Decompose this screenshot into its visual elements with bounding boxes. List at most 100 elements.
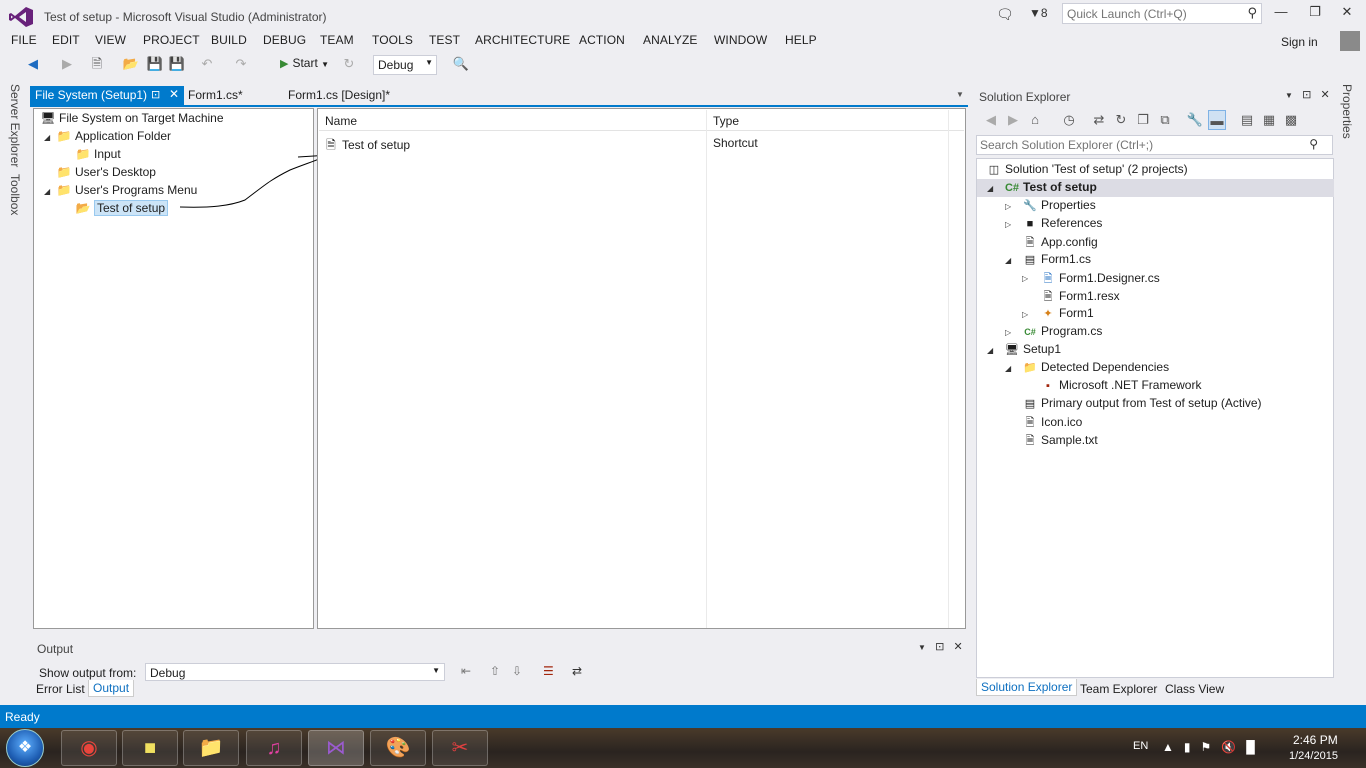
feedback-filter-icon[interactable]: ▼8 (1029, 6, 1048, 20)
expand-arrow-icon[interactable]: ◢ (1005, 364, 1011, 373)
media-app-icon[interactable]: ♫ (246, 730, 302, 766)
tree-item-solution[interactable]: ◫ Solution 'Test of setup' (2 projects) (986, 162, 1188, 180)
refresh-icon[interactable]: ↻ (340, 54, 358, 74)
pin-icon[interactable]: ⊡ (935, 641, 944, 653)
clock-time[interactable]: 2:46 PM (1293, 733, 1338, 747)
expand-arrow-icon[interactable]: ◢ (44, 187, 50, 196)
minimize-button[interactable]: — (1267, 4, 1295, 24)
menu-team[interactable]: TEAM (320, 33, 354, 47)
snipping-tool-icon[interactable]: ✂ (432, 730, 488, 766)
tree-item-dotnet-framework[interactable]: ▪ Microsoft .NET Framework (1040, 378, 1201, 396)
collapsed-arrow-icon[interactable]: ▷ (1005, 220, 1011, 229)
view-code-icon[interactable]: ▩ (1282, 110, 1300, 130)
close-icon[interactable]: ✕ (953, 641, 962, 653)
quick-launch[interactable]: ⚲ (1062, 3, 1262, 24)
maximize-button[interactable]: ❐ (1301, 4, 1329, 24)
column-header-name[interactable]: Name (325, 114, 357, 128)
tree-item-form1-class[interactable]: ✦ Form1 (1040, 306, 1093, 324)
expand-arrow-icon[interactable]: ◢ (987, 346, 993, 355)
menu-project[interactable]: PROJECT (143, 33, 200, 47)
back-icon[interactable]: ◀ (24, 54, 42, 74)
clock-date[interactable]: 1/24/2015 (1289, 750, 1338, 762)
expand-arrow-icon[interactable]: ◢ (987, 184, 993, 193)
pending-changes-icon[interactable]: ◷ (1060, 110, 1078, 130)
tree-desktop-folder[interactable]: 📁 User's Desktop (56, 165, 156, 181)
tree-input-folder[interactable]: 📁 Input (75, 147, 121, 163)
menu-help[interactable]: HELP (785, 33, 817, 47)
sticky-notes-icon[interactable]: ■ (122, 730, 178, 766)
solution-configuration-select[interactable]: Debug ▼ (373, 55, 437, 75)
output-source-select[interactable]: Debug ▼ (145, 663, 445, 681)
tree-root[interactable]: 🖥 File System on Target Machine (40, 111, 223, 127)
view-designer-icon[interactable]: ▤ (1238, 110, 1256, 130)
tree-item-app-config[interactable]: 🗎 App.config (1022, 234, 1098, 252)
sign-in-link[interactable]: Sign in (1281, 35, 1318, 49)
tab-form1-cs[interactable]: Form1.cs* (188, 88, 243, 102)
tree-item-form1-designer[interactable]: 🗎 Form1.Designer.cs (1040, 270, 1160, 288)
save-icon[interactable]: 💾 (146, 54, 164, 74)
tab-error-list[interactable]: Error List (36, 682, 85, 696)
close-icon[interactable]: ✕ (1320, 89, 1329, 101)
start-button[interactable]: ❖ (6, 729, 44, 767)
undo-icon[interactable]: ↶ (198, 54, 216, 74)
tab-form1-design[interactable]: Form1.cs [Design]* (288, 88, 390, 102)
menu-build[interactable]: BUILD (211, 33, 247, 47)
next-message-icon[interactable]: ⇩ (512, 664, 522, 678)
network-signal-icon[interactable]: █ (1246, 740, 1255, 754)
refresh-icon[interactable]: ↻ (1112, 110, 1130, 130)
properties-tab[interactable]: Properties (1340, 84, 1354, 139)
open-file-icon[interactable]: 📂 (122, 54, 140, 74)
menu-analyze[interactable]: ANALYZE (643, 33, 698, 47)
paint-icon[interactable]: 🎨 (370, 730, 426, 766)
solution-search-input[interactable] (977, 136, 1297, 154)
tree-app-folder[interactable]: 📁 Application Folder (56, 129, 172, 145)
volume-muted-icon[interactable]: 🔇 (1221, 740, 1236, 754)
tree-item-references[interactable]: ■ References (1022, 216, 1103, 234)
notifications-icon[interactable]: 🗨 (996, 6, 1014, 23)
tab-overflow-chevron-icon[interactable]: ▼ (956, 90, 964, 99)
tree-item-program-cs[interactable]: C# Program.cs (1022, 324, 1102, 342)
solution-explorer-search[interactable]: ⚲ (976, 135, 1333, 155)
menu-edit[interactable]: EDIT (52, 33, 80, 47)
start-button[interactable]: ▶ Start ▼ (280, 56, 329, 70)
menu-file[interactable]: FILE (11, 33, 37, 47)
collapse-all-icon[interactable]: ❐ (1134, 110, 1152, 130)
expand-arrow-icon[interactable]: ◢ (44, 133, 50, 142)
tree-item-form1-resx[interactable]: 🗎 Form1.resx (1040, 288, 1120, 306)
tree-item-sample-txt[interactable]: 🗎 Sample.txt (1022, 432, 1098, 450)
find-message-icon[interactable]: ⇤ (461, 664, 471, 678)
tree-item-detected-dependencies[interactable]: 📁 Detected Dependencies (1022, 360, 1169, 378)
show-hidden-icons-icon[interactable]: ▲ (1162, 740, 1174, 754)
tree-item-properties[interactable]: 🔧 Properties (1022, 198, 1096, 216)
expand-arrow-icon[interactable]: ◢ (1005, 256, 1011, 265)
collapsed-arrow-icon[interactable]: ▷ (1005, 202, 1011, 211)
pin-icon[interactable]: ⊡ (1302, 89, 1311, 101)
file-explorer-icon[interactable]: 📁 (183, 730, 239, 766)
tab-solution-explorer[interactable]: Solution Explorer (976, 679, 1078, 696)
sync-icon[interactable]: ⇄ (1090, 110, 1108, 130)
redo-icon[interactable]: ↷ (232, 54, 250, 74)
tab-team-explorer[interactable]: Team Explorer (1080, 682, 1157, 696)
new-project-icon[interactable]: 🗎 (88, 54, 106, 74)
close-icon[interactable]: ✕ (169, 87, 179, 101)
menu-test[interactable]: TEST (429, 33, 460, 47)
menu-architecture[interactable]: ARCHITECTURE (475, 33, 570, 47)
tree-item-form1-cs[interactable]: ▤ Form1.cs (1022, 252, 1091, 270)
forward-icon[interactable]: ▶ (1004, 110, 1022, 130)
tab-file-system[interactable]: File System (Setup1) ⊡ ✕ (30, 86, 184, 106)
avatar[interactable] (1340, 31, 1360, 51)
menu-tools[interactable]: TOOLS (372, 33, 413, 47)
pin-icon[interactable]: ⊡ (151, 88, 160, 101)
server-explorer-tab[interactable]: Server Explorer (8, 84, 22, 167)
clear-all-icon[interactable]: ☰ (543, 664, 554, 678)
word-wrap-icon[interactable]: ⇄ (572, 664, 582, 678)
chevron-down-icon[interactable]: ▼ (918, 643, 926, 652)
close-window-button[interactable]: ✕ (1333, 4, 1361, 24)
action-center-flag-icon[interactable]: ⚑ (1201, 740, 1212, 754)
quick-launch-input[interactable] (1063, 4, 1233, 23)
tree-item-setup1[interactable]: 🖥 Setup1 (1004, 342, 1061, 360)
visual-studio-taskbar-icon[interactable]: ⋈ (308, 730, 364, 766)
file-list[interactable] (317, 108, 966, 629)
collapsed-arrow-icon[interactable]: ▷ (1022, 310, 1028, 319)
save-all-icon[interactable]: 💾 (168, 54, 186, 74)
